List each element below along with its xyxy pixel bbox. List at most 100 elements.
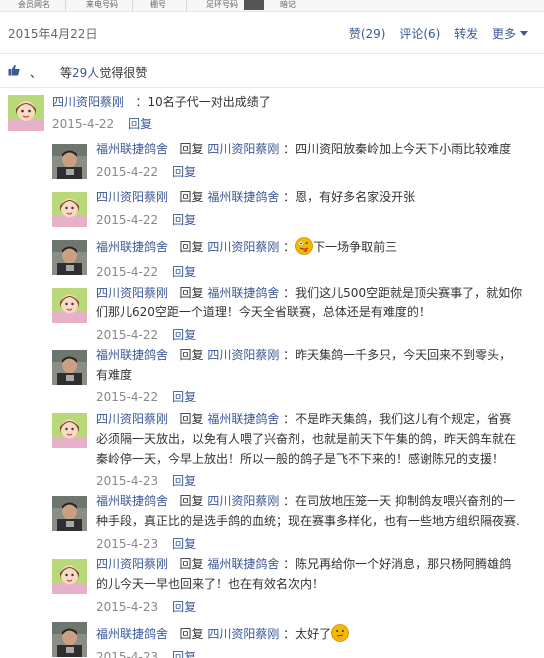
comment-content: 福州联捷鸽舍 回复 四川资阳蔡刚 ： 下一场争取前三 <box>96 237 397 257</box>
likes-summary: 、 等29人觉得很赞 <box>30 64 147 81</box>
avatar[interactable] <box>52 288 87 323</box>
more-button[interactable]: 更多 <box>492 27 528 41</box>
comment-meta: 2015-4-22 回复 <box>96 327 196 343</box>
comment-author[interactable]: 福州联捷鸽舍 <box>96 494 168 508</box>
likes-bar: 、 等29人觉得很赞 <box>0 54 544 88</box>
more-label: 更多 <box>491 27 516 41</box>
colon: ： <box>283 240 296 254</box>
comment-content: 四川资阳蔡刚 回复 福州联捷鸽舍 ：不是昨天集鸽，我们这儿有个规定，省赛 <box>96 410 511 429</box>
avatar[interactable] <box>52 496 87 531</box>
reply-target[interactable]: 福州联捷鸽舍 <box>207 557 279 571</box>
reply-button[interactable]: 回复 <box>172 600 196 614</box>
comment-meta: 2015-4-22 回复 <box>96 164 196 180</box>
avatar[interactable] <box>52 413 87 448</box>
colon: ： <box>283 190 296 204</box>
post-actions: 赞(29) 评论(6) 转发 更多 <box>339 25 528 42</box>
comment-time: 2015-4-23 <box>96 474 159 488</box>
reply-target[interactable]: 四川资阳蔡刚 <box>207 240 279 254</box>
post-date: 2015年4月22日 <box>8 27 98 41</box>
reply-word: 回复 <box>179 142 204 156</box>
comment-author[interactable]: 四川资阳蔡刚 <box>52 95 124 109</box>
comment-content: 福州联捷鸽舍 回复 四川资阳蔡刚 ：太好了 <box>96 624 350 644</box>
reply-button[interactable]: 回复 <box>172 213 196 227</box>
comment-meta: 2015-4-23 回复 <box>96 536 196 552</box>
reply-button[interactable]: 回复 <box>172 537 196 551</box>
likes-count[interactable]: 29人 <box>72 66 99 80</box>
colon: ： <box>283 627 296 641</box>
reply-button[interactable]: 回复 <box>172 165 196 179</box>
top-nav-item[interactable]: 棚号 <box>150 0 166 11</box>
comment-content: 福州联捷鸽舍 回复 四川资阳蔡刚 ：在司放地压笼一天 抑制鸽友喂兴奋剂的一 <box>96 492 515 511</box>
reply-button[interactable]: 回复 <box>172 650 196 658</box>
reply-target[interactable]: 四川资阳蔡刚 <box>207 348 279 362</box>
comment-text-line: 必须隔一天放出，以免有人喂了兴奋剂，也就是前天下午集的鸽，昨天鸽车就在 <box>96 432 517 446</box>
top-nav-item[interactable]: 会员网名 <box>18 0 50 11</box>
comment-content: 四川资阳蔡刚 回复 福州联捷鸽舍 ：我们这儿500空距就是顶尖赛事了，就如你 <box>96 284 522 303</box>
comment-time: 2015-4-23 <box>96 650 159 658</box>
tongue-out-emoji <box>295 237 314 255</box>
comment-text: 我们这儿500空距就是顶尖赛事了，就如你 <box>295 286 523 300</box>
likes-separator: 、 <box>30 66 43 80</box>
top-nav-strip: 会员网名 来电号码 棚号 足环号码 暗记 <box>0 0 544 12</box>
avatar[interactable] <box>52 240 87 275</box>
top-nav-item[interactable]: 足环号码 <box>206 0 238 11</box>
reply-target[interactable]: 福州联捷鸽舍 <box>207 190 279 204</box>
avatar[interactable] <box>52 192 87 227</box>
comment-author[interactable]: 福州联捷鸽舍 <box>96 627 168 641</box>
divider <box>65 0 66 11</box>
divider <box>186 0 187 11</box>
reply-button[interactable]: 回复 <box>172 328 196 342</box>
comment-text-line: 们那儿620空距一个道理！今天全省联赛，总体还是有难度的！ <box>96 305 431 319</box>
comment-author[interactable]: 福州联捷鸽舍 <box>96 240 168 254</box>
comment-time: 2015-4-22 <box>96 265 159 279</box>
reply-word: 回复 <box>179 557 204 571</box>
comment-text-line: 秦岭停一天，今早上放出！所以一般的鸽子是飞不下来的！感谢陈兄的支援！ <box>96 452 505 466</box>
comment-author[interactable]: 福州联捷鸽舍 <box>96 142 168 156</box>
comment-text-line: 的儿今天一早也回来了！也在有效名次内！ <box>96 577 325 591</box>
reply-word: 回复 <box>179 190 204 204</box>
reply-word: 回复 <box>179 348 204 362</box>
comment-text: 陈兄再给你一个好消息，那只杨阿腾雄鸽 <box>295 557 512 571</box>
comment-text: 昨天集鸽一千多只，今天回来不到零头， <box>295 348 512 362</box>
comment-text: 四川资阳放秦岭加上今天下小雨比较难度 <box>295 142 512 156</box>
comment-author[interactable]: 四川资阳蔡刚 <box>96 190 168 204</box>
avatar[interactable] <box>52 622 87 657</box>
comment-author[interactable]: 四川资阳蔡刚 <box>96 412 168 426</box>
comment-author[interactable]: 四川资阳蔡刚 <box>96 557 168 571</box>
comment-content: 四川资阳蔡刚 ：10名子代一对出成绩了 <box>52 93 271 112</box>
comment-button[interactable]: 评论(6) <box>399 27 440 41</box>
reply-target[interactable]: 四川资阳蔡刚 <box>207 142 279 156</box>
reply-word: 回复 <box>179 494 204 508</box>
comment-text: 10名子代一对出成绩了 <box>147 95 271 109</box>
reply-target[interactable]: 四川资阳蔡刚 <box>207 627 279 641</box>
reply-target[interactable]: 四川资阳蔡刚 <box>207 494 279 508</box>
avatar[interactable] <box>52 350 87 385</box>
comment-meta: 2015-4-22 回复 <box>52 116 152 132</box>
forward-button[interactable]: 转发 <box>454 27 478 41</box>
reply-button[interactable]: 回复 <box>128 117 152 131</box>
reply-target[interactable]: 福州联捷鸽舍 <box>207 286 279 300</box>
likes-prefix: 等 <box>60 66 73 80</box>
cropped-element <box>244 0 264 10</box>
like-button[interactable]: 赞(29) <box>349 27 386 41</box>
comment-author[interactable]: 四川资阳蔡刚 <box>96 286 168 300</box>
likes-suffix: 觉得很赞 <box>99 66 148 80</box>
avatar[interactable] <box>8 95 44 131</box>
reply-button[interactable]: 回复 <box>172 390 196 404</box>
comment-text: 下一场争取前三 <box>313 240 398 254</box>
post-header: 2015年4月22日 赞(29) 评论(6) 转发 更多 <box>0 12 544 54</box>
avatar[interactable] <box>52 144 87 179</box>
avatar[interactable] <box>52 559 87 594</box>
comment-meta: 2015-4-23 回复 <box>96 473 196 489</box>
reply-button[interactable]: 回复 <box>172 265 196 279</box>
reply-button[interactable]: 回复 <box>172 474 196 488</box>
top-nav-item[interactable]: 来电号码 <box>86 0 118 11</box>
comment-author[interactable]: 福州联捷鸽舍 <box>96 348 168 362</box>
comment-time: 2015-4-22 <box>96 328 159 342</box>
reply-word: 回复 <box>179 412 204 426</box>
comment-text-line: 有难度 <box>96 368 133 382</box>
reply-target[interactable]: 福州联捷鸽舍 <box>207 412 279 426</box>
colon: ： <box>283 348 296 362</box>
comment-time: 2015-4-22 <box>96 213 159 227</box>
top-nav-item[interactable]: 暗记 <box>280 0 296 11</box>
